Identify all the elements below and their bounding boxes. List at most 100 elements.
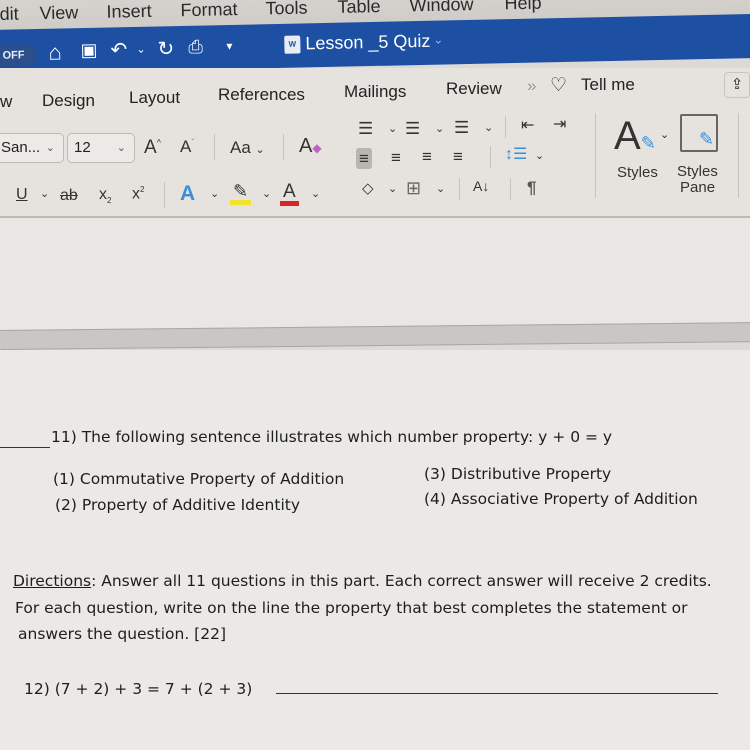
tab-design[interactable]: Design [42,91,95,111]
font-name-dropdown[interactable]: San... ⌄ [0,133,64,163]
document-title[interactable]: Lesson _5 Quiz [305,31,430,55]
grow-font-icon[interactable]: A^ [144,138,161,157]
change-case-label: Aa [230,138,251,157]
menu-help[interactable]: Help [504,0,541,14]
sort-icon[interactable]: A↓ [473,179,489,193]
separator [505,116,506,138]
bullets-icon[interactable]: ☰ [358,120,373,137]
tab-layout[interactable]: Layout [129,88,180,108]
separator [738,113,739,198]
menu-view[interactable]: View [39,2,78,24]
separator [595,113,596,198]
word-doc-icon: W [284,35,301,54]
directions-line-3: answers the question. [22] [18,625,226,643]
shrink-font-icon[interactable]: Aˇ [180,138,194,155]
styles-icon[interactable]: A✎ [614,116,656,156]
shading-icon[interactable]: ◇ [362,181,374,196]
shading-dropdown-icon[interactable]: ⌄ [388,184,397,195]
more-tabs-icon[interactable]: » [527,76,536,96]
bullets-dropdown-icon[interactable]: ⌄ [388,124,397,135]
font-name-value: San... [1,139,41,156]
borders-dropdown-icon[interactable]: ⌄ [436,184,445,195]
show-formatting-icon[interactable]: ¶ [527,179,536,196]
menu-edit[interactable]: dit [0,4,19,25]
share-icon[interactable]: ⇪ [724,72,750,98]
multilevel-dropdown-icon[interactable]: ⌄ [484,123,493,134]
styles-pane-label[interactable]: Styles [677,163,718,180]
answer-line-11[interactable] [0,447,50,448]
undo-dropdown-icon[interactable]: ⌄ [136,43,145,56]
align-center-button[interactable]: ≡ [391,149,401,166]
customize-toolbar-icon[interactable]: ▾ [226,39,232,53]
strikethrough-button[interactable]: ab [60,188,78,204]
underline-button[interactable]: U [16,187,28,203]
styles-pane-icon[interactable]: ✎ [680,114,718,152]
numbering-icon[interactable]: ☰ [405,120,420,137]
subscript-button[interactable]: x2 [99,187,111,205]
directions-line-1: Directions: Answer all 11 questions in t… [13,572,712,590]
directions-text-1: : Answer all 11 questions in this part. … [91,572,712,590]
menu-table[interactable]: Table [337,0,380,18]
highlight-dropdown-icon[interactable]: ⌄ [262,189,271,200]
align-right-button[interactable]: ≡ [422,148,432,165]
redo-icon[interactable]: ↻ [157,36,174,61]
font-size-dropdown[interactable]: 12 ⌄ [67,133,135,163]
styles-dropdown-icon[interactable]: ⌄ [660,130,669,141]
separator [214,134,215,160]
answer-line-12[interactable] [276,693,718,694]
title-chevron-icon[interactable]: ⌄ [433,33,443,47]
change-case-button[interactable]: Aa ⌄ [230,139,265,156]
grow-font-label: A [144,137,157,158]
tab-references[interactable]: References [218,85,305,105]
lightbulb-icon: ♡ [550,75,568,96]
clear-formatting-icon[interactable]: A◆ [299,136,322,156]
align-left-button[interactable]: ≡ [356,148,372,169]
tab-mailings[interactable]: Mailings [344,82,406,102]
chevron-down-icon: ⌄ [45,142,55,154]
ribbon: w Design Layout References Mailings Revi… [0,68,750,218]
numbering-dropdown-icon[interactable]: ⌄ [435,124,444,135]
text-effects-button[interactable]: A [180,183,195,204]
menu-tools[interactable]: Tools [265,0,307,19]
superscript-button[interactable]: x2 [132,186,144,202]
save-icon[interactable]: ▣ [80,40,97,61]
question-11-prompt: 11) The following sentence illustrates w… [51,428,613,446]
line-spacing-icon[interactable]: ↕☰ [505,147,527,163]
home-icon[interactable]: ⌂ [48,40,62,66]
styles-label[interactable]: Styles [617,164,658,181]
menu-insert[interactable]: Insert [106,1,151,23]
subscript-label: x [99,186,107,203]
text-effects-dropdown-icon[interactable]: ⌄ [210,189,219,200]
borders-icon[interactable]: ⊞ [406,179,421,197]
undo-icon[interactable]: ↶ [110,37,127,62]
menu-format[interactable]: Format [180,0,237,21]
styles-pane-label-2[interactable]: Pane [680,179,715,196]
highlight-icon[interactable]: ✎ [230,182,252,205]
question-12-prompt: 12) (7 + 2) + 3 = 7 + (2 + 3) [24,680,253,698]
autosave-toggle[interactable]: OFF [0,44,37,67]
font-color-button[interactable]: A [280,182,299,206]
choice-1: (1) Commutative Property of Addition [53,470,345,488]
tab-review[interactable]: Review [446,79,502,99]
font-size-value: 12 [74,139,91,156]
increase-indent-icon[interactable]: ⇥ [553,117,566,133]
line-spacing-dropdown-icon[interactable]: ⌄ [535,151,544,162]
decrease-indent-icon[interactable]: ⇤ [521,118,534,134]
paintbrush-icon: ✎ [698,129,714,149]
tab-view[interactable]: w [0,92,12,112]
choice-3: (3) Distributive Property [424,465,612,483]
separator [490,146,491,168]
document-page[interactable]: 11) The following sentence illustrates w… [0,350,750,750]
justify-button[interactable]: ≡ [453,148,463,165]
separator [283,134,284,160]
print-icon[interactable]: ⎙ [188,37,203,58]
underline-dropdown-icon[interactable]: ⌄ [40,189,49,200]
font-color-dropdown-icon[interactable]: ⌄ [311,189,320,200]
multilevel-list-icon[interactable]: ☰ [454,119,469,136]
shrink-font-label: A [180,137,192,156]
tell-me-search[interactable]: Tell me [581,75,635,95]
choice-4: (4) Associative Property of Addition [424,490,698,508]
menu-window[interactable]: Window [409,0,473,16]
separator [510,178,511,200]
chevron-down-icon: ⌄ [116,142,126,154]
